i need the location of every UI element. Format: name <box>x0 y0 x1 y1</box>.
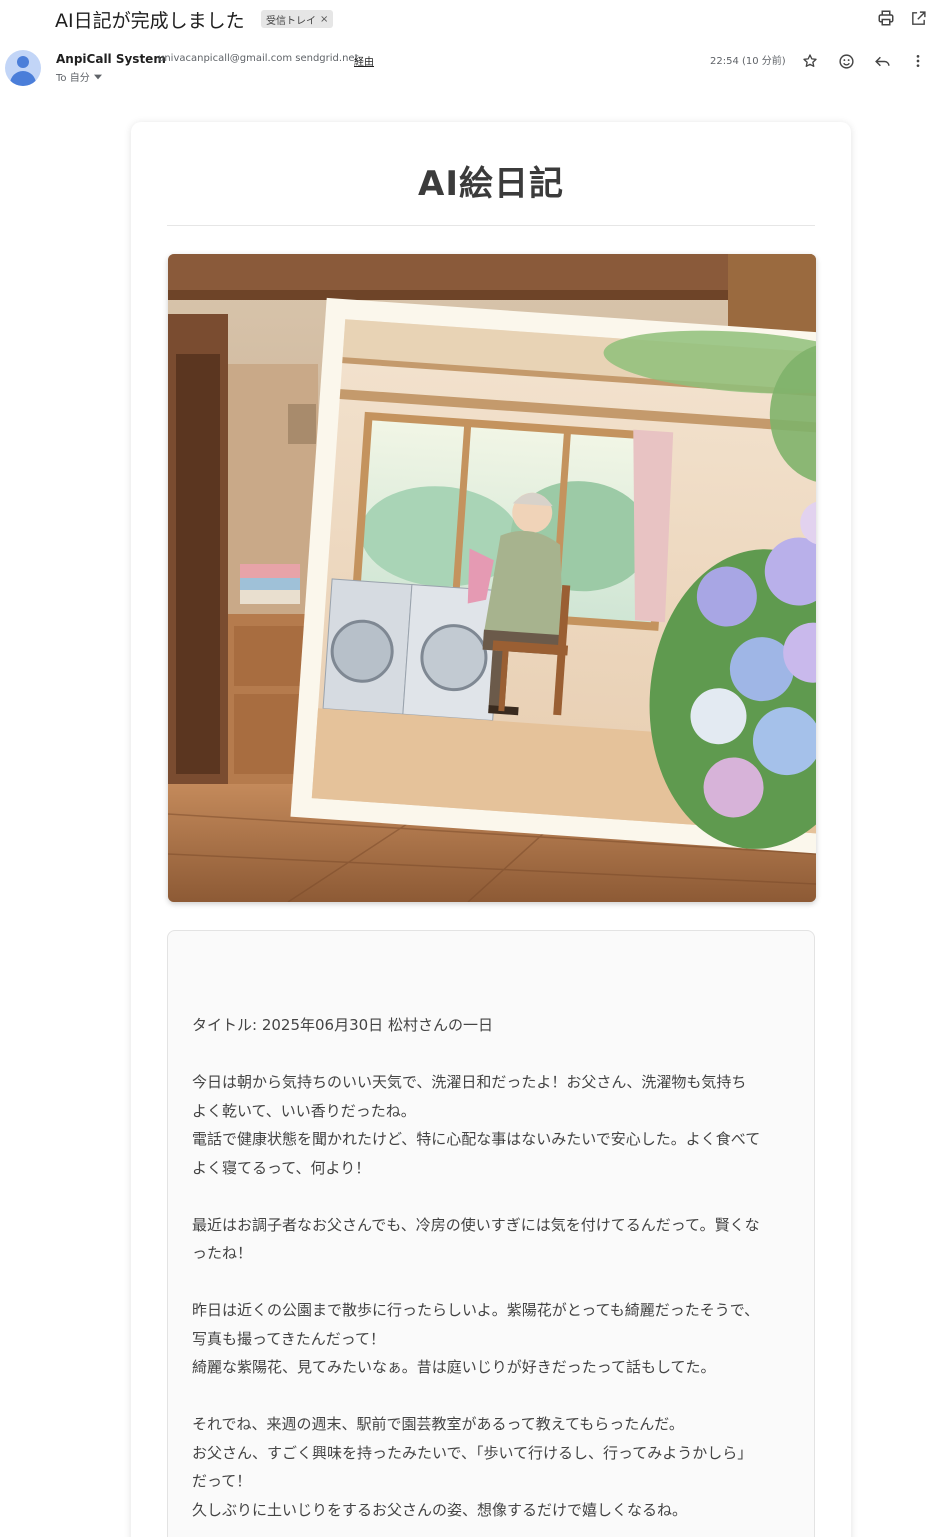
diary-text-box: タイトル: 2025年06月30日 松村さんの一日 今日は朝から気持ちのいい天気… <box>167 930 815 1537</box>
sender-email: univacanpicall@gmail.com sendgrid.net <box>158 53 359 64</box>
recipient-details-toggle[interactable]: To 自分 <box>56 69 102 84</box>
email-subject: AI日記が完成しました <box>55 10 245 32</box>
subject-row: AI日記が完成しました 受信トレイ × <box>0 0 936 40</box>
diary-title-line: タイトル: 2025年06月30日 松村さんの一日 <box>192 1016 493 1034</box>
avatar[interactable] <box>5 50 41 86</box>
timestamp: 22:54 (10 分前) <box>710 56 786 67</box>
remove-label-button[interactable]: × <box>320 14 328 25</box>
inbox-label-text: 受信トレイ <box>266 15 316 27</box>
sender-name[interactable]: AnpiCall System <box>56 52 166 66</box>
divider <box>167 225 815 226</box>
diary-card: AI絵日記 タイトル: 2025年06月30日 松村さんの一日 今日は朝から気持… <box>131 122 851 1537</box>
more-vert-icon[interactable] <box>907 50 929 72</box>
inbox-label-chip[interactable]: 受信トレイ × <box>261 10 334 28</box>
reply-icon[interactable] <box>871 50 893 72</box>
emoji-icon[interactable] <box>835 50 857 72</box>
open-in-new-window-icon[interactable] <box>908 8 928 28</box>
diary-illustration <box>168 254 816 902</box>
sender-row: AnpiCall System univacanpicall@gmail.com… <box>0 44 936 94</box>
diary-body: 今日は朝から気持ちのいい天気で、洗濯日和だったよ！お父さん、洗濯物も気持ち よく… <box>192 1073 761 1519</box>
print-icon[interactable] <box>876 8 896 28</box>
chevron-down-icon <box>93 74 102 79</box>
recipient-label: To 自分 <box>56 73 90 84</box>
via-link[interactable]: 経由 <box>354 53 374 68</box>
diary-heading: AI絵日記 <box>418 164 564 204</box>
star-icon[interactable] <box>799 50 821 72</box>
diary-text: タイトル: 2025年06月30日 松村さんの一日 今日は朝から気持ちのいい天気… <box>192 1011 796 1524</box>
